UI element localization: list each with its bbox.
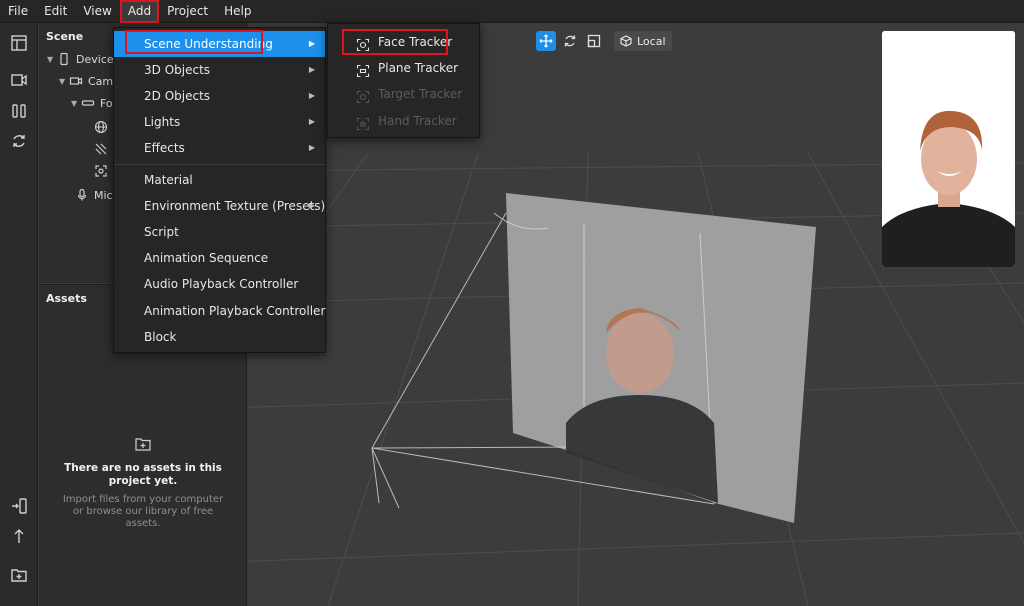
tool-rail bbox=[0, 23, 38, 606]
menu-item-animation-playback-controller[interactable]: Animation Playback Controller bbox=[114, 298, 325, 324]
menu-item-script[interactable]: Script bbox=[114, 219, 325, 245]
tree-label: Device bbox=[76, 52, 114, 66]
menu-item-label: Animation Sequence bbox=[144, 251, 269, 265]
menu-item-label: Hand Tracker bbox=[378, 114, 457, 128]
tracker-icon bbox=[94, 164, 108, 178]
camera-icon bbox=[69, 74, 83, 88]
app-window: File Edit View Add Project Help Scene ▼ … bbox=[0, 0, 1024, 606]
menubar: File Edit View Add Project Help bbox=[0, 0, 1024, 23]
submenu-arrow-icon: ▶ bbox=[308, 201, 315, 210]
submenu-arrow-icon: ▶ bbox=[308, 143, 315, 152]
menu-item-target-tracker: Target Tracker bbox=[328, 81, 479, 107]
scale-tool-button[interactable] bbox=[584, 31, 604, 51]
submenu-arrow-icon: ▶ bbox=[308, 39, 315, 48]
scene-panel-title: Scene bbox=[46, 30, 84, 43]
menu-item-label: 2D Objects bbox=[144, 89, 211, 103]
menu-view[interactable]: View bbox=[75, 0, 119, 23]
menu-item-label: Script bbox=[144, 225, 179, 239]
upload-icon[interactable] bbox=[9, 526, 29, 546]
menu-item-label: Target Tracker bbox=[378, 87, 463, 101]
menu-item-2d-objects[interactable]: 2D Objects ▶ bbox=[114, 83, 325, 109]
assets-empty-title: There are no assets in this project yet. bbox=[64, 462, 222, 487]
menu-item-3d-objects[interactable]: 3D Objects ▶ bbox=[114, 57, 325, 83]
assets-panel-title: Assets bbox=[46, 292, 87, 305]
tree-row-device[interactable]: ▼ Device bbox=[47, 49, 114, 69]
menu-item-environment-texture[interactable]: Environment Texture (Presets) ▶ bbox=[114, 193, 325, 219]
viewport-toolbar: Local bbox=[536, 31, 672, 51]
menu-item-label: Lights bbox=[144, 115, 181, 129]
tree-row-tracker[interactable] bbox=[94, 161, 113, 181]
menu-item-label: Scene Understanding bbox=[144, 37, 273, 51]
menu-item-scene-understanding[interactable]: Scene Understanding ▶ bbox=[114, 31, 325, 57]
microphone-icon bbox=[75, 188, 89, 202]
assets-empty-subtitle: Import files from your computer or brows… bbox=[62, 494, 224, 529]
device-icon bbox=[57, 52, 71, 66]
menu-item-plane-tracker[interactable]: Plane Tracker bbox=[328, 55, 479, 81]
menu-item-label: Effects bbox=[144, 141, 185, 155]
menu-item-label: Environment Texture (Presets) bbox=[144, 199, 326, 213]
menu-item-label: 3D Objects bbox=[144, 63, 211, 77]
menu-item-block[interactable]: Block bbox=[114, 324, 325, 350]
focal-plane-icon bbox=[81, 96, 95, 110]
add-folder-icon[interactable] bbox=[9, 565, 29, 585]
menu-item-audio-playback-controller[interactable]: Audio Playback Controller bbox=[114, 271, 325, 297]
light-icon bbox=[94, 142, 108, 156]
collapse-arrow-icon[interactable]: ▼ bbox=[47, 55, 57, 64]
menu-item-face-tracker[interactable]: Face Tracker bbox=[328, 29, 479, 55]
menu-item-effects[interactable]: Effects ▶ bbox=[114, 135, 325, 161]
menu-separator bbox=[114, 164, 325, 165]
menu-item-label: Animation Playback Controller bbox=[144, 304, 326, 318]
menu-help[interactable]: Help bbox=[216, 0, 259, 23]
layout-icon[interactable] bbox=[9, 33, 29, 53]
menu-add[interactable]: Add bbox=[119, 0, 160, 23]
preview-person-image bbox=[882, 31, 1015, 267]
menu-item-label: Material bbox=[144, 173, 193, 187]
cube-icon bbox=[620, 35, 632, 47]
collapse-arrow-icon[interactable]: ▼ bbox=[59, 77, 69, 86]
menu-item-hand-tracker: Hand Tracker bbox=[328, 108, 479, 134]
menu-item-lights[interactable]: Lights ▶ bbox=[114, 109, 325, 135]
menu-item-label: Block bbox=[144, 330, 177, 344]
menu-project[interactable]: Project bbox=[159, 0, 216, 23]
menu-item-label: Face Tracker bbox=[378, 35, 453, 49]
tree-row-light[interactable] bbox=[94, 139, 113, 159]
hand-tracker-icon bbox=[356, 114, 370, 131]
face-tracker-icon bbox=[356, 35, 370, 52]
local-space-toggle[interactable]: Local bbox=[614, 31, 672, 51]
add-folder-icon[interactable] bbox=[134, 435, 152, 453]
camera-preview bbox=[882, 31, 1015, 267]
local-space-label: Local bbox=[637, 34, 666, 48]
menu-item-animation-sequence[interactable]: Animation Sequence bbox=[114, 245, 325, 271]
submenu-arrow-icon: ▶ bbox=[308, 117, 315, 126]
collapse-arrow-icon[interactable]: ▼ bbox=[71, 99, 81, 108]
video-icon[interactable] bbox=[9, 70, 29, 90]
submenu-arrow-icon: ▶ bbox=[308, 91, 315, 100]
send-to-device-icon[interactable] bbox=[9, 496, 29, 516]
target-tracker-icon bbox=[356, 87, 370, 104]
menu-file[interactable]: File bbox=[0, 0, 36, 23]
menu-item-label: Plane Tracker bbox=[378, 61, 459, 75]
pause-icon[interactable] bbox=[9, 101, 29, 121]
menu-item-material[interactable]: Material bbox=[114, 167, 325, 193]
menu-item-label: Audio Playback Controller bbox=[144, 277, 299, 291]
refresh-icon[interactable] bbox=[9, 131, 29, 151]
submenu-arrow-icon: ▶ bbox=[308, 65, 315, 74]
scene-understanding-submenu: Face Tracker Plane Tracker Target Tracke… bbox=[327, 23, 480, 138]
menu-edit[interactable]: Edit bbox=[36, 0, 75, 23]
add-menu: Scene Understanding ▶ 3D Objects ▶ 2D Ob… bbox=[113, 27, 326, 353]
rotate-tool-button[interactable] bbox=[560, 31, 580, 51]
plane-tracker-icon bbox=[356, 61, 370, 78]
tree-row-environment[interactable] bbox=[94, 117, 113, 137]
move-tool-button[interactable] bbox=[536, 31, 556, 51]
globe-icon bbox=[94, 120, 108, 134]
